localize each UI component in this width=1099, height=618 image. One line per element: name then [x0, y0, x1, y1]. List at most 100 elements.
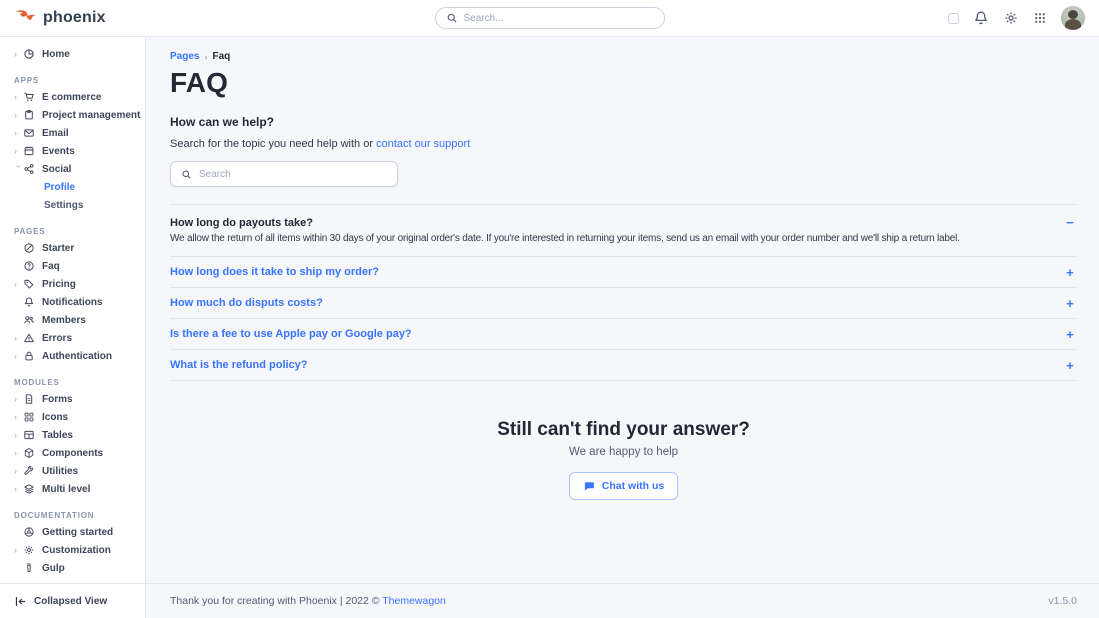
- chat-bubble-icon: [583, 480, 595, 492]
- sidebar-item-label: Pricing: [42, 279, 76, 290]
- faq-question: How long do payouts take?: [170, 217, 313, 229]
- sidebar-item-label: Authentication: [42, 351, 112, 362]
- sidebar-item-label: Notifications: [42, 297, 103, 308]
- sidebar-item-project-management[interactable]: › Project management: [0, 106, 145, 124]
- avatar-silhouette: [1068, 10, 1078, 19]
- sidebar-item-getting-started[interactable]: Getting started: [0, 523, 145, 541]
- sidebar-item-social[interactable]: › Social: [0, 160, 145, 178]
- expand-plus-icon[interactable]: +: [1063, 359, 1077, 372]
- sidebar-item-home[interactable]: › Home: [0, 45, 145, 63]
- notifications-bell-icon[interactable]: [973, 10, 989, 26]
- faq-question-row[interactable]: How much do disputs costs? +: [170, 288, 1077, 318]
- sidebar-item-gulp[interactable]: Gulp: [0, 559, 145, 577]
- chevron-right-icon: ›: [14, 334, 23, 343]
- table-icon: [23, 429, 35, 441]
- slash-circle-icon: [23, 242, 35, 254]
- sidebar-item-email[interactable]: › Email: [0, 124, 145, 142]
- version-label: v1.5.0: [1048, 595, 1077, 607]
- collapsed-view-toggle[interactable]: Collapsed View: [0, 583, 145, 618]
- gulp-icon: [23, 562, 35, 574]
- sidebar-item-label: Getting started: [42, 527, 113, 538]
- chevron-right-icon: ›: [14, 280, 23, 289]
- breadcrumb-pages-link[interactable]: Pages: [170, 51, 199, 62]
- sidebar-item-ecommerce[interactable]: › E commerce: [0, 88, 145, 106]
- expand-plus-icon[interactable]: +: [1063, 266, 1077, 279]
- sidebar-item-tables[interactable]: › Tables: [0, 426, 145, 444]
- sidebar-item-notifications[interactable]: Notifications: [0, 293, 145, 311]
- sidebar-item-events[interactable]: › Events: [0, 142, 145, 160]
- sidebar-item-starter[interactable]: Starter: [0, 239, 145, 257]
- sidebar-item-pricing[interactable]: › Pricing: [0, 275, 145, 293]
- gear-icon: [23, 544, 35, 556]
- user-avatar[interactable]: [1061, 6, 1085, 30]
- global-search-input[interactable]: Search...: [435, 7, 665, 29]
- faq-question-row[interactable]: What is the refund policy? +: [170, 350, 1077, 380]
- cta-subtitle: We are happy to help: [170, 446, 1077, 458]
- faq-item-apple-google-pay: Is there a fee to use Apple pay or Googl…: [170, 318, 1077, 349]
- sidebar-item-errors[interactable]: › Errors: [0, 329, 145, 347]
- sidebar-item-components[interactable]: › Components: [0, 444, 145, 462]
- header-actions: [948, 6, 1085, 30]
- bell-icon: [23, 296, 35, 308]
- expand-plus-icon[interactable]: +: [1063, 328, 1077, 341]
- search-icon: [446, 12, 458, 24]
- brand-logo[interactable]: phoenix: [14, 9, 106, 27]
- sidebar-item-label: Components: [42, 448, 103, 459]
- faq-item-refund-policy: What is the refund policy? +: [170, 349, 1077, 381]
- users-icon: [23, 314, 35, 326]
- help-text: Search for the topic you need help with …: [170, 138, 1077, 150]
- faq-question-row[interactable]: How long does it take to ship my order? …: [170, 257, 1077, 287]
- share-icon: [23, 163, 35, 175]
- expand-plus-icon[interactable]: +: [1063, 297, 1077, 310]
- sidebar-item-label: E commerce: [42, 92, 101, 103]
- sidebar-item-profile[interactable]: Profile: [0, 178, 145, 196]
- chevron-right-icon: ›: [14, 93, 23, 102]
- sidebar-section-pages: PAGES: [14, 227, 145, 239]
- collapsed-view-label: Collapsed View: [34, 596, 107, 607]
- faq-search-input[interactable]: Search: [170, 161, 398, 187]
- sidebar-item-label: Customization: [42, 545, 111, 556]
- sidebar-item-faq[interactable]: Faq: [0, 257, 145, 275]
- chat-with-us-button[interactable]: Chat with us: [569, 472, 678, 500]
- theme-toggle[interactable]: [948, 13, 959, 24]
- help-text-body: Search for the topic you need help with …: [170, 138, 376, 150]
- faq-answer: We allow the return of all items within …: [170, 229, 1077, 256]
- faq-question-row[interactable]: How long do payouts take? −: [170, 205, 1077, 229]
- sidebar-item-authentication[interactable]: › Authentication: [0, 347, 145, 365]
- faq-question-row[interactable]: Is there a fee to use Apple pay or Googl…: [170, 319, 1077, 349]
- content: Pages › Faq FAQ How can we help? Search …: [146, 37, 1099, 583]
- breadcrumb: Pages › Faq: [170, 51, 1077, 62]
- sidebar-item-members[interactable]: Members: [0, 311, 145, 329]
- sidebar-item-forms[interactable]: › Forms: [0, 390, 145, 408]
- breadcrumb-current: Faq: [212, 51, 230, 62]
- calendar-icon: [23, 145, 35, 157]
- faq-question: Is there a fee to use Apple pay or Googl…: [170, 328, 412, 340]
- sidebar-item-utilities[interactable]: › Utilities: [0, 462, 145, 480]
- sidebar-section-modules: MODULES: [14, 378, 145, 390]
- chevron-right-icon: ›: [14, 147, 23, 156]
- chevron-right-icon: ›: [14, 431, 23, 440]
- sidebar-item-customization[interactable]: › Customization: [0, 541, 145, 559]
- faq-question: How long does it take to ship my order?: [170, 266, 379, 278]
- faq-item-shipping: How long does it take to ship my order? …: [170, 256, 1077, 287]
- chevron-right-icon: ›: [14, 449, 23, 458]
- mail-icon: [23, 127, 35, 139]
- sidebar-item-icons[interactable]: › Icons: [0, 408, 145, 426]
- chevron-right-icon: ›: [14, 129, 23, 138]
- themewagon-link[interactable]: Themewagon: [382, 595, 446, 607]
- settings-gear-icon[interactable]: [1003, 10, 1019, 26]
- apps-grid-icon[interactable]: [1033, 11, 1047, 25]
- cta-section: Still can't find your answer? We are hap…: [170, 419, 1077, 500]
- sidebar-item-label: Forms: [42, 394, 73, 405]
- chevron-down-icon: ›: [14, 165, 23, 174]
- sidebar-item-label: Icons: [42, 412, 68, 423]
- sidebar-item-settings[interactable]: Settings: [0, 196, 145, 214]
- contact-support-link[interactable]: contact our support: [376, 138, 470, 150]
- collapse-minus-icon[interactable]: −: [1063, 216, 1077, 229]
- sidebar-item-label: Social: [42, 164, 71, 175]
- cta-title: Still can't find your answer?: [170, 419, 1077, 441]
- main-area: Pages › Faq FAQ How can we help? Search …: [146, 37, 1099, 618]
- chevron-right-icon: ›: [14, 111, 23, 120]
- sidebar-item-multi-level[interactable]: › Multi level: [0, 480, 145, 498]
- sidebar-item-label: Starter: [42, 243, 74, 254]
